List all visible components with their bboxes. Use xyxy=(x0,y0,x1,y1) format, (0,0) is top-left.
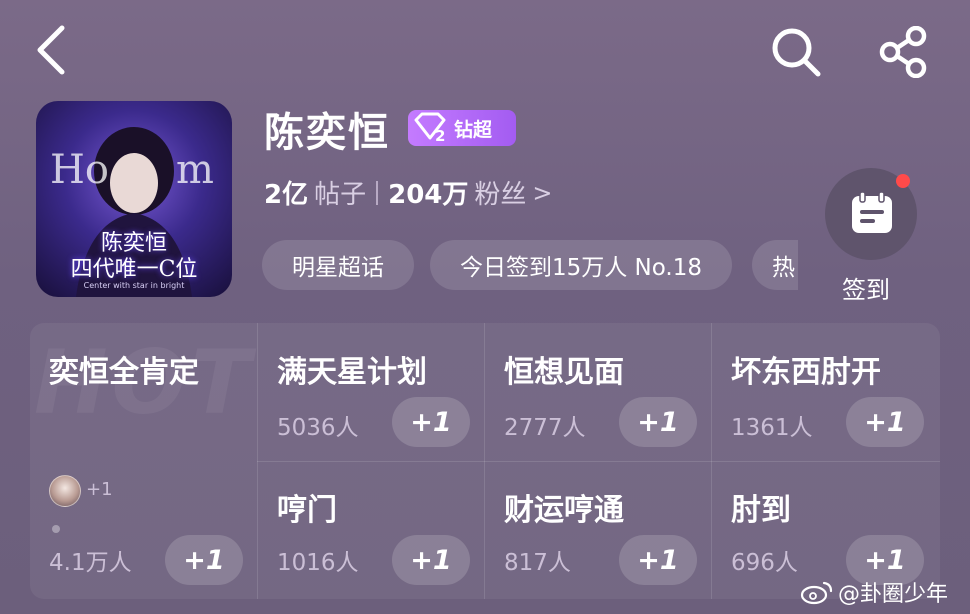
featured-count: 4.1万人 xyxy=(49,550,132,576)
grid-divider xyxy=(257,461,940,462)
item-title: 恒想见面 xyxy=(504,355,624,390)
plus-one-button[interactable]: +1 xyxy=(846,397,924,447)
item-title: 满天星计划 xyxy=(277,355,427,390)
weibo-icon xyxy=(800,579,834,605)
badge-level: 2 xyxy=(435,127,445,145)
badge-label: 钻超 xyxy=(454,118,493,141)
featured-title: 奕恒全肯定 xyxy=(49,355,199,390)
plus-one-button[interactable]: +1 xyxy=(165,535,243,585)
cover-title-line1: 陈奕恒 xyxy=(100,231,167,256)
search-icon[interactable] xyxy=(770,26,822,78)
item-title: 哼门 xyxy=(277,493,337,528)
notification-dot xyxy=(896,174,910,188)
item-count: 5036人 xyxy=(277,415,359,441)
supertopic-name: 陈奕恒 xyxy=(264,110,390,156)
cover-caption: Center with star in bright xyxy=(83,281,185,290)
item-title: 坏东西肘开 xyxy=(731,355,881,390)
item-count: 817人 xyxy=(504,550,571,576)
item-count: 696人 xyxy=(731,550,798,576)
item-title: 肘到 xyxy=(731,493,791,528)
item-count: 2777人 xyxy=(504,415,586,441)
chevron-right-icon: > xyxy=(532,178,553,207)
avatar xyxy=(49,475,81,507)
share-icon[interactable] xyxy=(878,25,930,79)
cover-title-line2: 四代唯一C位 xyxy=(70,257,198,282)
chip-hot[interactable]: 热 xyxy=(752,240,798,290)
source-watermark: @卦圈少年 xyxy=(800,576,948,608)
plus-one-button[interactable]: +1 xyxy=(619,535,697,585)
supertopic-cover-image[interactable]: Ho m 陈奕恒 四代唯一C位 Center with star in brig… xyxy=(36,101,232,297)
plus-one-button[interactable]: +1 xyxy=(392,397,470,447)
posts-label: 帖子 xyxy=(314,180,367,210)
item-count: 1361人 xyxy=(731,415,813,441)
svg-text:Ho: Ho xyxy=(50,147,109,193)
stats-divider xyxy=(376,180,379,205)
diamond-icon: 2 xyxy=(408,110,452,146)
item-count: 1016人 xyxy=(277,550,359,576)
svg-text:m: m xyxy=(176,147,214,193)
back-icon[interactable] xyxy=(30,24,74,76)
supertopic-stats[interactable]: 2亿 帖子 204万 粉丝 > xyxy=(264,174,553,211)
quick-plus-grid: HOT 奕恒全肯定 +1 4.1万人 +1 满天星计划 5036人 +1 恒想见… xyxy=(30,323,940,599)
item-title: 财运哼通 xyxy=(504,493,624,528)
checkin-label: 签到 xyxy=(842,276,890,304)
chip-checkin-rank[interactable]: 今日签到15万人 No.18 xyxy=(430,240,732,290)
fans-label: 粉丝 xyxy=(474,180,527,210)
plus-one-button[interactable]: +1 xyxy=(392,535,470,585)
posts-count: 2亿 xyxy=(264,180,309,210)
avatar-plus-text: +1 xyxy=(86,479,113,500)
plus-one-button[interactable]: +1 xyxy=(619,397,697,447)
chip-star-supertopic[interactable]: 明星超话 xyxy=(262,240,414,290)
fans-count: 204万 xyxy=(388,180,469,210)
level-badge[interactable]: 2 钻超 xyxy=(408,110,516,146)
tiny-avatar-dot xyxy=(52,525,60,533)
calendar-icon xyxy=(849,190,895,236)
watermark-text: @卦圈少年 xyxy=(838,582,949,607)
